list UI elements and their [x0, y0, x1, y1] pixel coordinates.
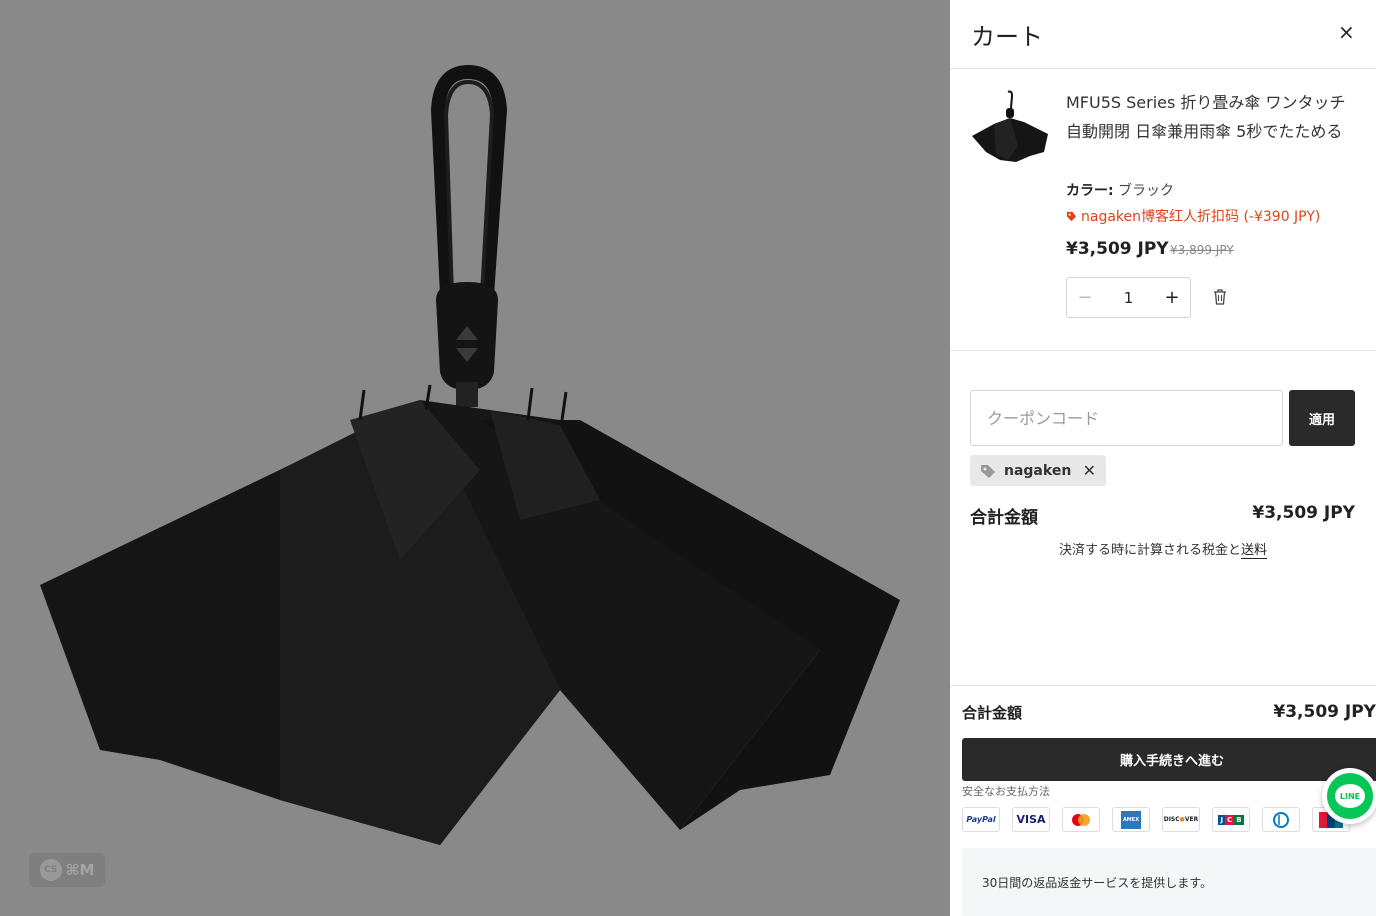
discount-text: nagaken博客红人折扣码 (-¥390 JPY): [1081, 209, 1321, 225]
payment-icons: PayPal VISA AMEX DISC ● VER JCB: [962, 807, 1350, 832]
jcb-icon: JCB: [1212, 807, 1250, 832]
cart-line-item: MFU5S Series 折り畳み傘 ワンタッチ自動開閉 日傘兼用雨傘 5秒でた…: [950, 0, 1376, 351]
shipping-link[interactable]: 送料: [1241, 543, 1267, 558]
cart-footer: 合計金額 ¥3,509 JPY 購入手続きへ進む 安全なお支払方法 PayPal…: [950, 685, 1376, 916]
applied-coupon-chip: nagaken ✕: [970, 455, 1106, 486]
applied-coupon-code: nagaken: [1004, 462, 1072, 479]
variant-value: ブラック: [1118, 183, 1175, 199]
diners-icon: [1262, 807, 1300, 832]
coupon-input[interactable]: [970, 390, 1283, 446]
tag-icon: [981, 464, 995, 478]
compare-price: ¥3,899 JPY: [1170, 243, 1234, 257]
line-chat-button[interactable]: LINE: [1322, 768, 1376, 824]
mastercard-icon: [1062, 807, 1100, 832]
quantity-stepper: − 1 +: [1066, 277, 1191, 318]
cs-logo-icon: CS: [39, 859, 62, 881]
checkout-button[interactable]: 購入手続きへ進む: [962, 738, 1376, 781]
cart-drawer: カート × MFU5S Series 折り畳み傘 ワンタッチ自動開閉 日傘兼用雨…: [950, 0, 1376, 916]
trash-icon[interactable]: [1212, 288, 1228, 306]
increase-quantity-button[interactable]: +: [1164, 287, 1180, 308]
subtotal-label: 合計金額: [970, 508, 1038, 528]
line-logo-text: LINE: [1335, 784, 1365, 808]
quantity-value[interactable]: 1: [1124, 289, 1134, 307]
shortcut-text: ⌘M: [65, 861, 95, 879]
tag-icon: [1066, 211, 1077, 221]
subtotal-value: ¥3,509 JPY: [1252, 503, 1355, 523]
secure-payment-label: 安全なお支払方法: [962, 785, 1050, 798]
discover-icon: DISC ● VER: [1162, 807, 1200, 832]
paypal-icon: PayPal: [962, 807, 1000, 832]
sale-price: ¥3,509 JPY: [1066, 239, 1169, 259]
shortcut-badge[interactable]: CS ⌘M: [29, 853, 105, 887]
variant-label: カラー:: [1066, 183, 1114, 199]
subtotal-row: 合計金額 ¥3,509 JPY: [970, 503, 1355, 528]
refund-notice: 30日間の返品返金サービスを提供します。: [962, 848, 1376, 916]
coupon-section: 適用 nagaken ✕ 合計金額 ¥3,509 JPY 決済する時に計算される…: [950, 351, 1376, 685]
visa-icon: VISA: [1012, 807, 1050, 832]
remove-coupon-icon[interactable]: ✕: [1083, 461, 1096, 480]
product-image-backdrop: CS ⌘M: [0, 0, 950, 916]
footer-total-label: 合計金額: [962, 704, 1023, 722]
tax-note-text: 決済する時に計算される税金と: [1058, 543, 1241, 558]
product-title[interactable]: MFU5S Series 折り畳み傘 ワンタッチ自動開閉 日傘兼用雨傘 5秒でた…: [1066, 88, 1360, 146]
footer-total-row: 合計金額 ¥3,509 JPY: [962, 702, 1376, 723]
line-icon: LINE: [1327, 773, 1373, 819]
discount-applied: nagaken博客红人折扣码 (-¥390 JPY): [1066, 206, 1320, 226]
decrease-quantity-button[interactable]: −: [1077, 287, 1093, 308]
tax-note: 決済する時に計算される税金と送料: [950, 539, 1376, 558]
product-variant: カラー: ブラック: [1066, 180, 1174, 200]
umbrella-image: [40, 64, 900, 845]
apply-coupon-button[interactable]: 適用: [1289, 390, 1355, 446]
footer-total-value: ¥3,509 JPY: [1273, 702, 1376, 722]
amex-icon: AMEX: [1112, 807, 1150, 832]
product-thumbnail[interactable]: [970, 90, 1050, 166]
